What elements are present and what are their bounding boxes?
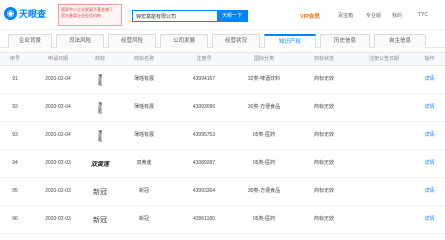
header-trademark-name: 商标名称 [133, 56, 154, 62]
logo-text: 天眼查 [19, 9, 47, 19]
promo-banner[interactable]: 国家中小企业发展子基金旗下 官方备案企业征信机构 [58, 4, 122, 26]
trademark-mark: 双黄莲 [90, 161, 109, 168]
cell-pubdate [354, 150, 414, 177]
cell-date: 2020-02-03 [45, 216, 71, 222]
cell-status: 商标无效 [313, 160, 334, 166]
cell-class: 05类-医药 [252, 160, 276, 166]
nav-user[interactable]: TYC [418, 12, 428, 18]
tab-self-info[interactable]: 自主信息 [374, 34, 426, 48]
trademark-image[interactable]: 新冠 [86, 182, 114, 201]
header-reg-number: 注册号 [196, 56, 212, 62]
header-class: 国际分类 [253, 56, 274, 62]
section-tabs: 企业背景 司法风险 经营风险 公司发展 经营状况 知识产权 历史信息 自主信息 [0, 30, 445, 48]
cell-index: 96 [12, 216, 18, 222]
detail-link[interactable]: 详情 [414, 178, 445, 205]
cell-index: 92 [12, 104, 18, 110]
cell-class: 30类-方便食品 [247, 188, 281, 194]
cell-status: 商标无效 [313, 76, 334, 82]
cell-status: 商标无效 [313, 104, 334, 110]
cell-name: 双黄莲 [136, 160, 152, 166]
cell-date: 2020-02-03 [45, 160, 71, 166]
table-row: 92 2020-02-04 薄底鸭 薄瑶有展 43993086 30类-方便食品… [0, 94, 445, 122]
cell-name: 薄瑶有展 [133, 76, 154, 82]
cell-date: 2020-02-04 [45, 132, 71, 138]
cell-name: 新冠 [138, 216, 149, 222]
top-bar: ◉ 天眼查 国家中小企业发展子基金旗下 官方备案企业征信机构 天眼一下 VIP会… [0, 0, 445, 30]
cell-class: 30类-方便食品 [247, 104, 281, 110]
cell-date: 2020-02-04 [45, 104, 71, 110]
table-row: 95 2020-02-03 新冠 新冠 43993364 30类-方便食品 商标… [0, 178, 445, 206]
trademark-mark: 薄底鸭 [98, 101, 103, 114]
search-box: 天眼一下 [132, 10, 248, 22]
detail-link[interactable]: 详情 [414, 150, 445, 177]
cell-name: 新冠 [138, 188, 149, 194]
nav-mine[interactable]: 我的 [392, 12, 402, 19]
cell-name: 薄瑶有展 [133, 132, 154, 138]
trademark-mark: 薄底鸭 [98, 73, 103, 86]
header-apply-date: 申请日期 [47, 56, 68, 62]
detail-link[interactable]: 详情 [414, 94, 445, 121]
cell-pubdate [354, 178, 414, 205]
tab-intellectual-property[interactable]: 知识产权 [264, 34, 316, 48]
cell-index: 95 [12, 188, 18, 194]
cell-pubdate [354, 94, 414, 121]
tab-history[interactable]: 历史信息 [320, 34, 370, 48]
logo-eye-icon: ◉ [4, 7, 17, 20]
tab-business-status[interactable]: 经营状况 [212, 34, 260, 48]
cell-status: 商标无效 [313, 216, 334, 222]
header-trademark: 商标 [94, 56, 105, 62]
header-pub-date: 注册公告日期 [368, 56, 399, 62]
tab-business-risk[interactable]: 经营风险 [108, 34, 156, 48]
header-status: 商标状态 [313, 56, 334, 62]
cell-reg: 43995753 [192, 132, 216, 138]
header-action: 操作 [424, 56, 435, 62]
cell-reg: 43994167 [192, 76, 216, 82]
cell-index: 94 [12, 160, 18, 166]
header-index: 序号 [9, 56, 20, 62]
nav-pro[interactable]: 专业版 [366, 12, 381, 19]
cell-status: 商标无效 [313, 188, 334, 194]
cell-pubdate [354, 122, 414, 149]
trademark-mark: 新冠 [93, 187, 107, 196]
cell-status: 商标无效 [313, 132, 334, 138]
detail-link[interactable]: 详情 [414, 122, 445, 149]
cell-reg: 43993086 [192, 104, 216, 110]
detail-link[interactable]: 详情 [414, 66, 445, 93]
cell-pubdate [354, 66, 414, 93]
cell-reg: 43993364 [192, 188, 216, 194]
trademark-image[interactable]: 薄底鸭 [86, 70, 114, 89]
search-button[interactable]: 天眼一下 [217, 11, 247, 21]
trademark-mark: 薄底鸭 [98, 129, 103, 142]
cell-class: 05类-医药 [252, 216, 276, 222]
cell-index: 93 [12, 132, 18, 138]
cell-reg: 43961180 [193, 216, 215, 222]
vip-link[interactable]: VIP会员 [300, 12, 320, 20]
tab-company-background[interactable]: 企业背景 [8, 34, 52, 48]
cell-name: 薄瑶有展 [133, 104, 154, 110]
trademark-image[interactable]: 新冠 [86, 210, 114, 229]
cell-class: 32类-啤酒饮料 [247, 76, 281, 82]
cell-class: 05类-医药 [252, 132, 276, 138]
table-row: 96 2020-02-03 新冠 新冠 43961180 05类-医药 商标无效… [0, 206, 445, 234]
trademark-image[interactable]: 双黄莲 [86, 154, 114, 173]
search-input[interactable] [133, 11, 218, 21]
table-row: 94 2020-02-03 双黄莲 双黄莲 43989287 05类-医药 商标… [0, 150, 445, 178]
tab-legal-risk[interactable]: 司法风险 [56, 34, 104, 48]
table-header: 序号 申请日期 商标 商标名称 注册号 国际分类 商标状态 注册公告日期 操作 [0, 52, 445, 66]
cell-pubdate [354, 206, 414, 233]
cell-reg: 43989287 [192, 160, 216, 166]
cell-date: 2020-02-04 [45, 76, 71, 82]
trademark-mark: 新冠 [93, 215, 107, 224]
nav-toolbox[interactable]: 百宝箱 [338, 12, 353, 19]
table-row: 93 2020-02-04 薄底鸭 薄瑶有展 43995753 05类-医药 商… [0, 122, 445, 150]
table-row: 91 2020-02-04 薄底鸭 薄瑶有展 43994167 32类-啤酒饮料… [0, 66, 445, 94]
tab-company-development[interactable]: 公司发展 [160, 34, 208, 48]
trademark-image[interactable]: 薄底鸭 [86, 98, 114, 117]
trademark-image[interactable]: 薄底鸭 [86, 126, 114, 145]
logo[interactable]: ◉ 天眼查 [4, 7, 46, 20]
cell-index: 91 [12, 76, 18, 82]
cell-date: 2020-02-03 [45, 188, 71, 194]
detail-link[interactable]: 详情 [414, 206, 445, 233]
promo-line: 官方备案企业征信机构 [61, 13, 101, 18]
